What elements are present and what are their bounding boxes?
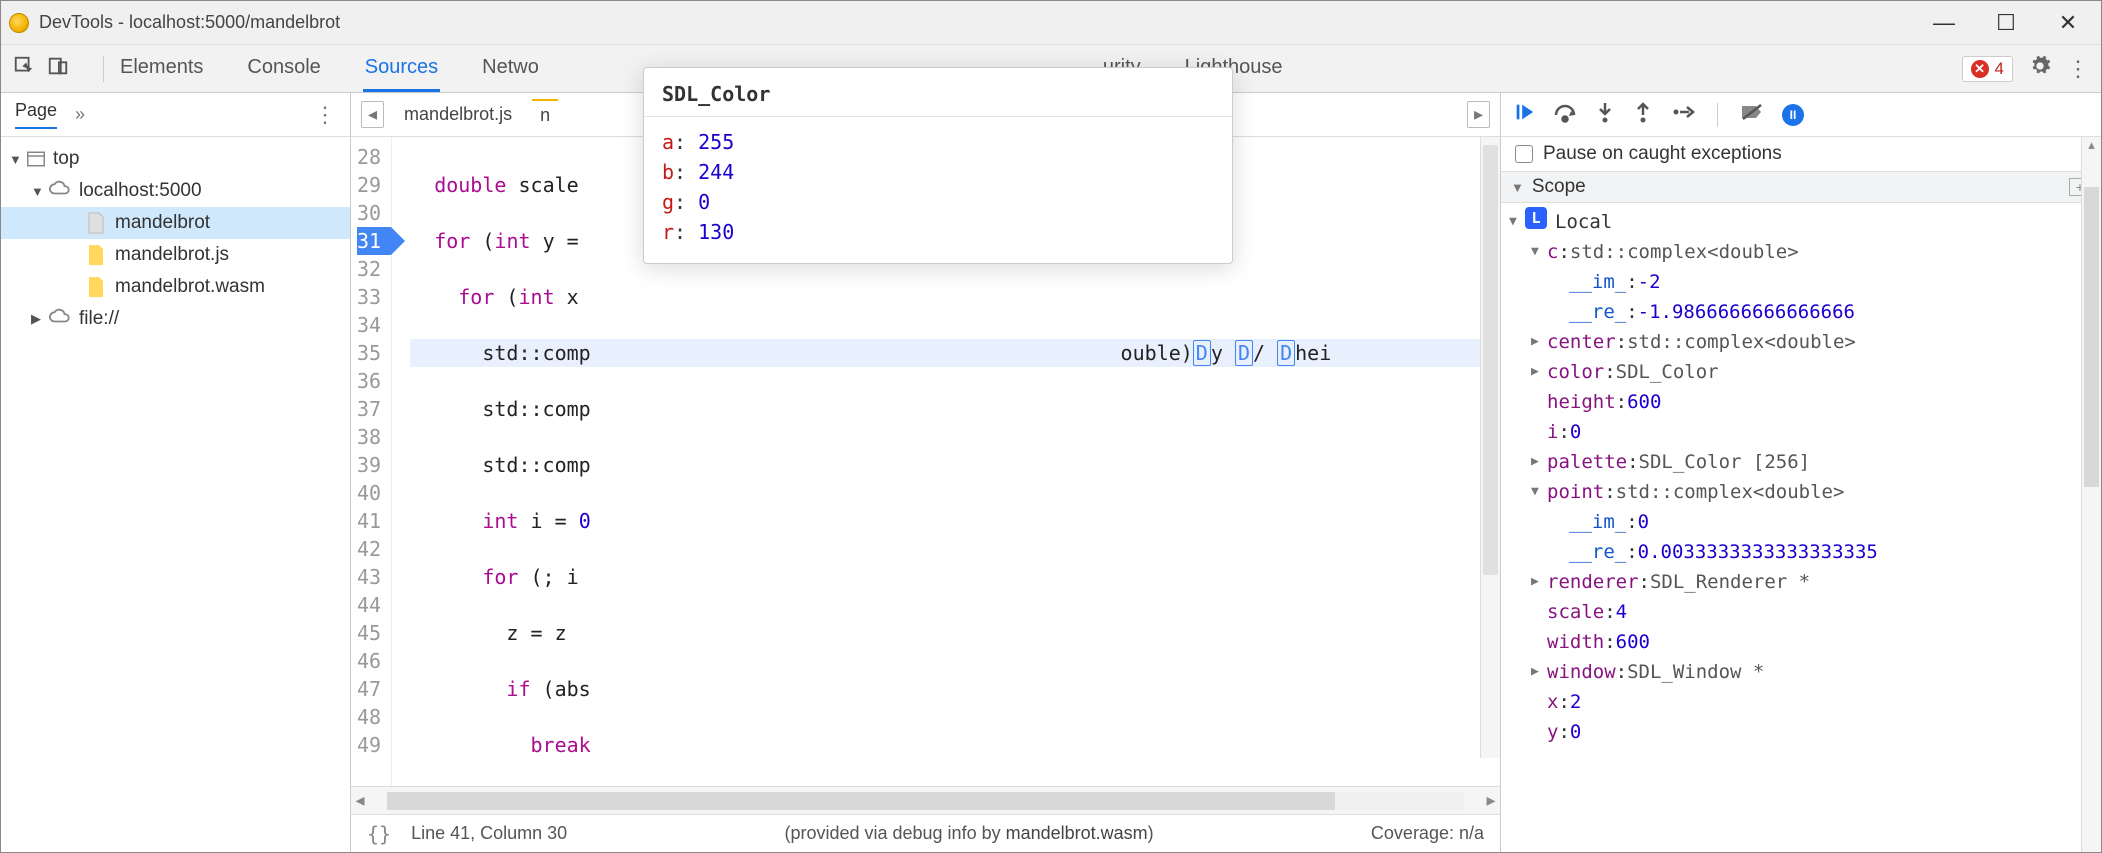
wasm-source-link[interactable]: mandelbrot.wasm <box>1006 823 1148 843</box>
cursor-position: Line 41, Column 30 <box>411 823 567 844</box>
sidebar-tabs: Page » ⋮ <box>1 93 350 137</box>
window-title: DevTools - localhost:5000/mandelbrot <box>39 12 1929 33</box>
scope-var-renderer[interactable]: ▶renderer: SDL_Renderer * <box>1531 567 2093 597</box>
deactivate-breakpoints-icon[interactable] <box>1740 102 1764 127</box>
tab-sources[interactable]: Sources <box>363 46 440 92</box>
scope-var-point-re[interactable]: __re_: 0.0033333333333333335 <box>1531 537 2093 567</box>
hscroll-left-icon[interactable]: ◂ <box>351 790 369 811</box>
scope-var-center[interactable]: ▶center: std::complex<double> <box>1531 327 2093 357</box>
js-file-icon <box>87 244 105 266</box>
devtools-window: DevTools - localhost:5000/mandelbrot — ☐… <box>0 0 2102 853</box>
scope-var-palette[interactable]: ▶palette: SDL_Color [256] <box>1531 447 2093 477</box>
coverage-label: Coverage: n/a <box>1371 823 1484 844</box>
nav-back-icon[interactable]: ◂ <box>361 101 384 128</box>
inspect-element-icon[interactable] <box>13 55 35 82</box>
tab-console[interactable]: Console <box>245 46 322 92</box>
titlebar: DevTools - localhost:5000/mandelbrot — ☐… <box>1 1 2101 45</box>
window-controls: — ☐ ✕ <box>1929 10 2083 36</box>
scope-var-c[interactable]: ▼c: std::complex<double> <box>1531 237 2093 267</box>
source-provided-label: (provided via debug info by mandelbrot.w… <box>587 823 1351 844</box>
tooltip-body: a: 255 b: 244 g: 0 r: 130 <box>644 117 1232 263</box>
tab-elements[interactable]: Elements <box>118 46 205 92</box>
pause-on-exceptions-icon[interactable]: II <box>1782 104 1804 126</box>
line-gutter[interactable]: 2829303132333435363738394041424344454647… <box>351 137 392 786</box>
tree-node-file-scheme[interactable]: ▶file:// <box>1 303 350 335</box>
settings-gear-icon[interactable] <box>2029 55 2051 82</box>
scope-var-x[interactable]: x: 2 <box>1531 687 2093 717</box>
window-frame-icon <box>27 151 45 167</box>
editor-statusbar: {} Line 41, Column 30 (provided via debu… <box>351 814 1500 852</box>
tree-node-top[interactable]: ▼top <box>1 143 350 175</box>
sources-sidebar: Page » ⋮ ▼top ▼localhost:5000 mandelbrot… <box>1 93 351 852</box>
resume-icon[interactable] <box>1513 101 1535 128</box>
tree-file-mandelbrot[interactable]: mandelbrot <box>1 207 350 239</box>
tree-node-host[interactable]: ▼localhost:5000 <box>1 175 350 207</box>
step-out-icon[interactable] <box>1633 101 1653 128</box>
debugger-body: Pause on caught exceptions ▼Scope + ▼LLo… <box>1501 137 2101 852</box>
scope-var-width[interactable]: width: 600 <box>1531 627 2093 657</box>
editor-vertical-scrollbar[interactable] <box>1480 137 1500 758</box>
file-tab-mandelbrot-js[interactable]: mandelbrot.js <box>396 100 520 129</box>
file-tree: ▼top ▼localhost:5000 mandelbrot mandelbr… <box>1 137 350 852</box>
sidebar-more-tabs-icon[interactable]: » <box>75 104 85 125</box>
pause-caught-row[interactable]: Pause on caught exceptions <box>1501 137 2101 171</box>
scope-var-c-re[interactable]: __re_: -1.9866666666666666 <box>1531 297 2093 327</box>
cloud-icon <box>49 308 71 330</box>
nav-forward-icon[interactable]: ▸ <box>1467 101 1490 128</box>
error-count-badge[interactable]: ✕4 <box>1962 56 2013 82</box>
scope-local: ▼LLocal ▼c: std::complex<double> __im_: … <box>1501 203 2101 755</box>
scope-var-point-im[interactable]: __im_: 0 <box>1531 507 2093 537</box>
pause-caught-checkbox[interactable] <box>1515 145 1533 163</box>
scope-var-y[interactable]: y: 0 <box>1531 717 2093 747</box>
sidebar-kebab-icon[interactable]: ⋮ <box>314 102 336 128</box>
scope-var-scale[interactable]: scale: 4 <box>1531 597 2093 627</box>
scope-var-height[interactable]: height: 600 <box>1531 387 2093 417</box>
file-icon <box>87 212 105 234</box>
file-tab-partial[interactable]: n <box>532 99 558 130</box>
debugger-scrollbar[interactable]: ▴ <box>2081 137 2101 852</box>
inspect-tools <box>13 55 69 82</box>
scope-var-window[interactable]: ▶window: SDL_Window * <box>1531 657 2093 687</box>
wasm-file-icon <box>87 276 105 298</box>
more-menu-icon[interactable]: ⋮ <box>2067 56 2089 82</box>
scope-header[interactable]: ▼Scope + <box>1501 171 2101 203</box>
debugger-panel: II Pause on caught exceptions ▼Scope + ▼… <box>1501 93 2101 852</box>
cloud-icon <box>49 180 71 202</box>
close-button[interactable]: ✕ <box>2053 10 2083 36</box>
devtools-favicon-icon <box>9 13 29 33</box>
editor-horizontal-scrollbar[interactable]: ◂ ▸ <box>351 786 1500 814</box>
scope-var-point[interactable]: ▼point: std::complex<double> <box>1531 477 2093 507</box>
tooltip-title: SDL_Color <box>644 68 1232 117</box>
scope-var-color[interactable]: ▶color: SDL_Color <box>1531 357 2093 387</box>
sidebar-tab-page[interactable]: Page <box>15 100 57 129</box>
tree-file-mandelbrot-wasm[interactable]: mandelbrot.wasm <box>1 271 350 303</box>
value-tooltip: SDL_Color a: 255 b: 244 g: 0 r: 130 <box>643 67 1233 264</box>
maximize-button[interactable]: ☐ <box>1991 10 2021 36</box>
local-scope-badge-icon: L <box>1525 207 1547 229</box>
step-icon[interactable] <box>1671 102 1695 127</box>
tree-file-mandelbrot-js[interactable]: mandelbrot.js <box>1 239 350 271</box>
device-toggle-icon[interactable] <box>47 55 69 82</box>
step-into-icon[interactable] <box>1595 101 1615 128</box>
debugger-toolbar: II <box>1501 93 2101 137</box>
scope-var-i[interactable]: i: 0 <box>1531 417 2093 447</box>
minimize-button[interactable]: — <box>1929 10 1959 36</box>
hscroll-right-icon[interactable]: ▸ <box>1482 790 1500 811</box>
step-over-icon[interactable] <box>1553 101 1577 128</box>
tab-network[interactable]: Netwo <box>480 46 541 92</box>
scope-var-c-im[interactable]: __im_: -2 <box>1531 267 2093 297</box>
pretty-print-icon[interactable]: {} <box>367 822 391 846</box>
